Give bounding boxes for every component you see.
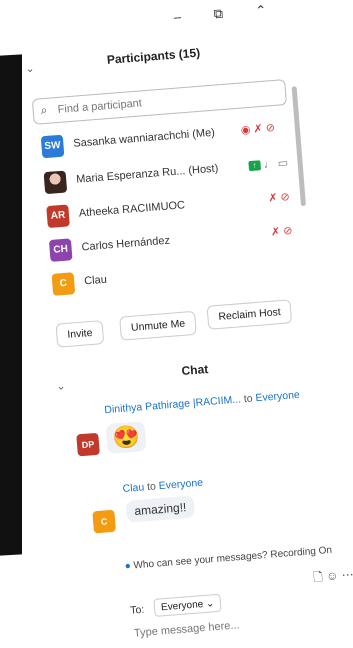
recipient-name: Everyone xyxy=(255,388,301,405)
participant-name: Sasanka wanniarachchi (Me) xyxy=(72,126,216,150)
participant-search-input[interactable] xyxy=(55,84,270,120)
participant-status-icons: ↑ ♩ ▭ xyxy=(248,156,289,172)
to-word: to xyxy=(243,392,254,406)
participant-name: Clau xyxy=(83,273,108,288)
avatar: DP xyxy=(76,432,100,457)
more-icon[interactable]: ⋯ xyxy=(341,567,353,582)
mic-off-icon[interactable]: ✗ xyxy=(253,123,263,136)
invite-button[interactable]: Invite xyxy=(55,320,105,348)
collapse-chevron-icon[interactable]: ⌄ xyxy=(56,379,66,393)
video-icon[interactable]: ▭ xyxy=(277,157,288,170)
search-icon: ⌕ xyxy=(40,102,48,118)
participants-title: Participants (15) xyxy=(106,45,201,67)
sender-name[interactable]: Clau xyxy=(122,481,144,495)
participant-status-icons: ✗ ⊘ xyxy=(270,224,293,239)
file-icon[interactable]: 🗋 xyxy=(313,570,324,585)
video-off-icon[interactable]: ⊘ xyxy=(280,191,290,204)
recipient-name: Everyone xyxy=(158,476,204,493)
mic-off-icon[interactable]: ✗ xyxy=(271,226,281,239)
unmute-button[interactable]: Unmute Me xyxy=(119,310,198,341)
participants-header: ⌄ Participants (15) xyxy=(17,36,318,81)
message-sender-line: Clau to Everyone xyxy=(122,477,203,495)
video-off-icon[interactable]: ⊘ xyxy=(283,225,293,238)
participant-name: Carlos Hernández xyxy=(81,234,171,254)
message-bubble: 😍 xyxy=(105,421,148,455)
avatar: CH xyxy=(48,238,73,262)
to-label: To: xyxy=(129,603,145,617)
participant-status-icons: ✗ ⊘ xyxy=(268,190,290,205)
emoji-icon[interactable]: ☺ xyxy=(326,568,339,583)
recipient-select[interactable]: Everyone ⌄ xyxy=(153,593,222,617)
avatar: C xyxy=(51,272,76,296)
to-word: to xyxy=(146,480,157,494)
avatar: AR xyxy=(46,204,70,229)
message-sender-line: Dinithya Pathirage |RACIIM... to Everyon… xyxy=(104,389,300,416)
participant-name: Atheeka RACIIMUOC xyxy=(78,199,186,220)
visibility-info-text: Who can see your messages? Recording On xyxy=(133,544,333,572)
close-button[interactable]: ⌃ xyxy=(255,2,267,19)
avatar: C xyxy=(92,509,116,534)
collapse-chevron-icon[interactable]: ⌄ xyxy=(25,62,35,76)
minimize-button[interactable]: – xyxy=(173,9,181,25)
share-icon: ↑ xyxy=(248,160,262,172)
reclaim-host-button[interactable]: Reclaim Host xyxy=(206,299,293,330)
avatar: SW xyxy=(40,134,65,159)
meeting-side-panel: – ⧉ ⌃ ⌄ Participants (15) ⌕ SW Sasanka w… xyxy=(13,0,353,643)
participant-name: Maria Esperanza Ru... (Host) xyxy=(75,162,219,186)
video-off-icon[interactable]: ⊘ xyxy=(265,122,275,135)
mic-off-icon[interactable]: ✗ xyxy=(268,192,278,205)
chat-toolbar: 🗋 ☺ ⋯ xyxy=(312,565,353,589)
maximize-button[interactable]: ⧉ xyxy=(213,6,224,23)
mic-icon[interactable]: ♩ xyxy=(263,158,275,171)
people-icon: ● xyxy=(124,560,132,573)
sender-name[interactable]: Dinithya Pathirage |RACIIM... xyxy=(104,393,241,416)
message-bubble: amazing!! xyxy=(125,495,196,523)
window-controls: – ⧉ ⌃ xyxy=(173,0,314,30)
participant-status-icons: ◉ ✗ ⊘ xyxy=(240,121,275,137)
chat-title: Chat xyxy=(181,361,209,379)
record-icon: ◉ xyxy=(240,123,251,137)
avatar xyxy=(43,170,68,195)
visibility-info[interactable]: ● Who can see your messages? Recording O… xyxy=(124,545,332,572)
video-area xyxy=(0,54,22,556)
